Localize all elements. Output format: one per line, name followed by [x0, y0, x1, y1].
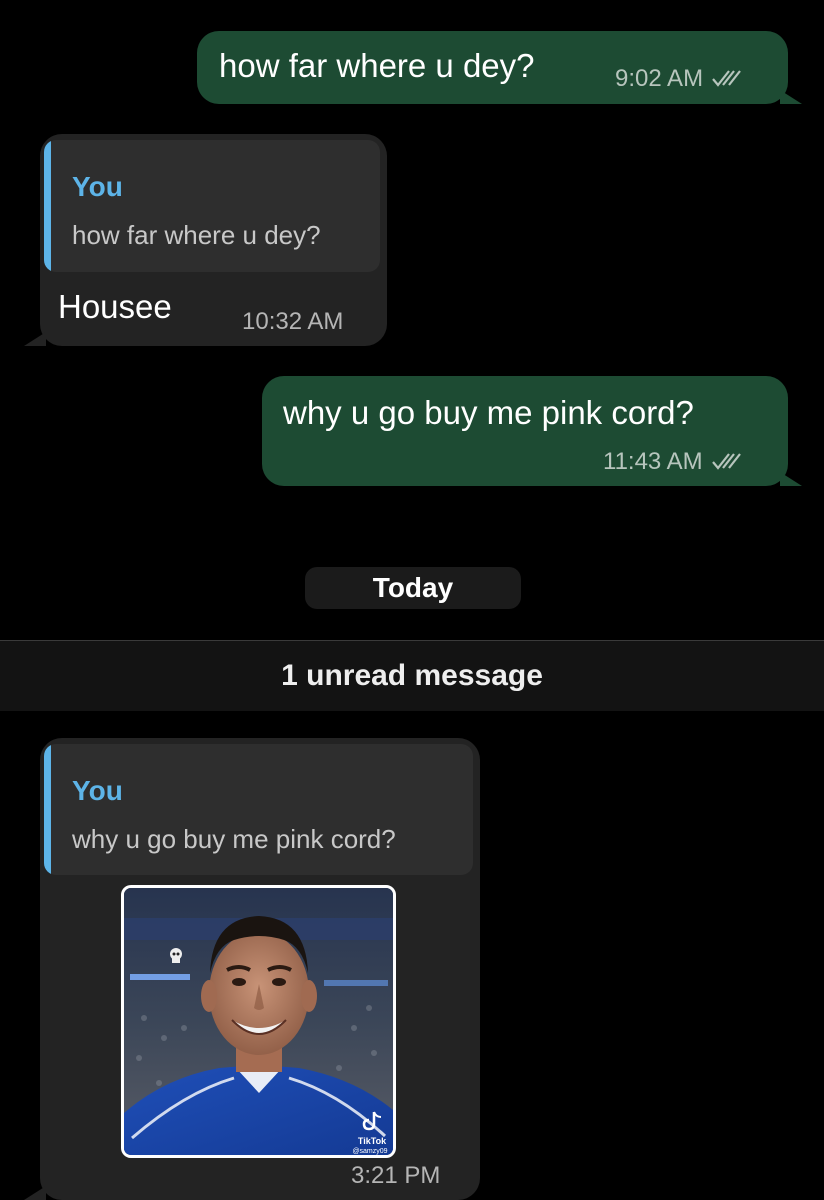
quoted-reply[interactable]: You how far where u dey?: [44, 140, 380, 272]
reply-author: You: [72, 775, 123, 806]
reply-accent-bar: [44, 744, 51, 875]
double-check-icon: [712, 70, 741, 87]
message-bubble-outgoing[interactable]: why u go buy me pink cord? 11:43 AM: [262, 376, 788, 486]
message-text: Housee: [58, 288, 172, 325]
message-time: 11:43 AM: [603, 448, 745, 476]
message-time: 10:32 AM: [242, 308, 344, 335]
unread-banner: 1 unread message: [0, 640, 824, 711]
reply-author: You: [72, 171, 123, 202]
message-time: 9:02 AM: [615, 65, 745, 93]
svg-text:@samzy09: @samzy09: [352, 1148, 387, 1155]
message-text: how far where u dey?: [219, 47, 535, 84]
quoted-reply[interactable]: You why u go buy me pink cord?: [44, 744, 473, 875]
svg-text:TikTok: TikTok: [358, 1136, 387, 1146]
bubble-tail: [780, 90, 802, 104]
bubble-tail: [24, 1186, 46, 1200]
footballer-photo: TikTok @samzy09: [124, 888, 393, 1155]
reply-text: how far where u dey?: [72, 220, 321, 250]
message-bubble-incoming[interactable]: You how far where u dey? Housee 10:32 AM: [40, 134, 387, 346]
reply-accent-bar: [44, 140, 51, 272]
reply-text: why u go buy me pink cord?: [72, 824, 396, 854]
bubble-tail: [24, 332, 46, 346]
date-divider: Today: [305, 567, 521, 609]
media-image[interactable]: TikTok @samzy09: [121, 885, 396, 1158]
message-time: 3:21 PM: [351, 1162, 441, 1189]
bubble-tail: [780, 472, 802, 486]
message-text: why u go buy me pink cord?: [283, 394, 694, 431]
message-bubble-outgoing[interactable]: how far where u dey? 9:02 AM: [197, 31, 788, 104]
double-check-icon: [711, 453, 741, 470]
